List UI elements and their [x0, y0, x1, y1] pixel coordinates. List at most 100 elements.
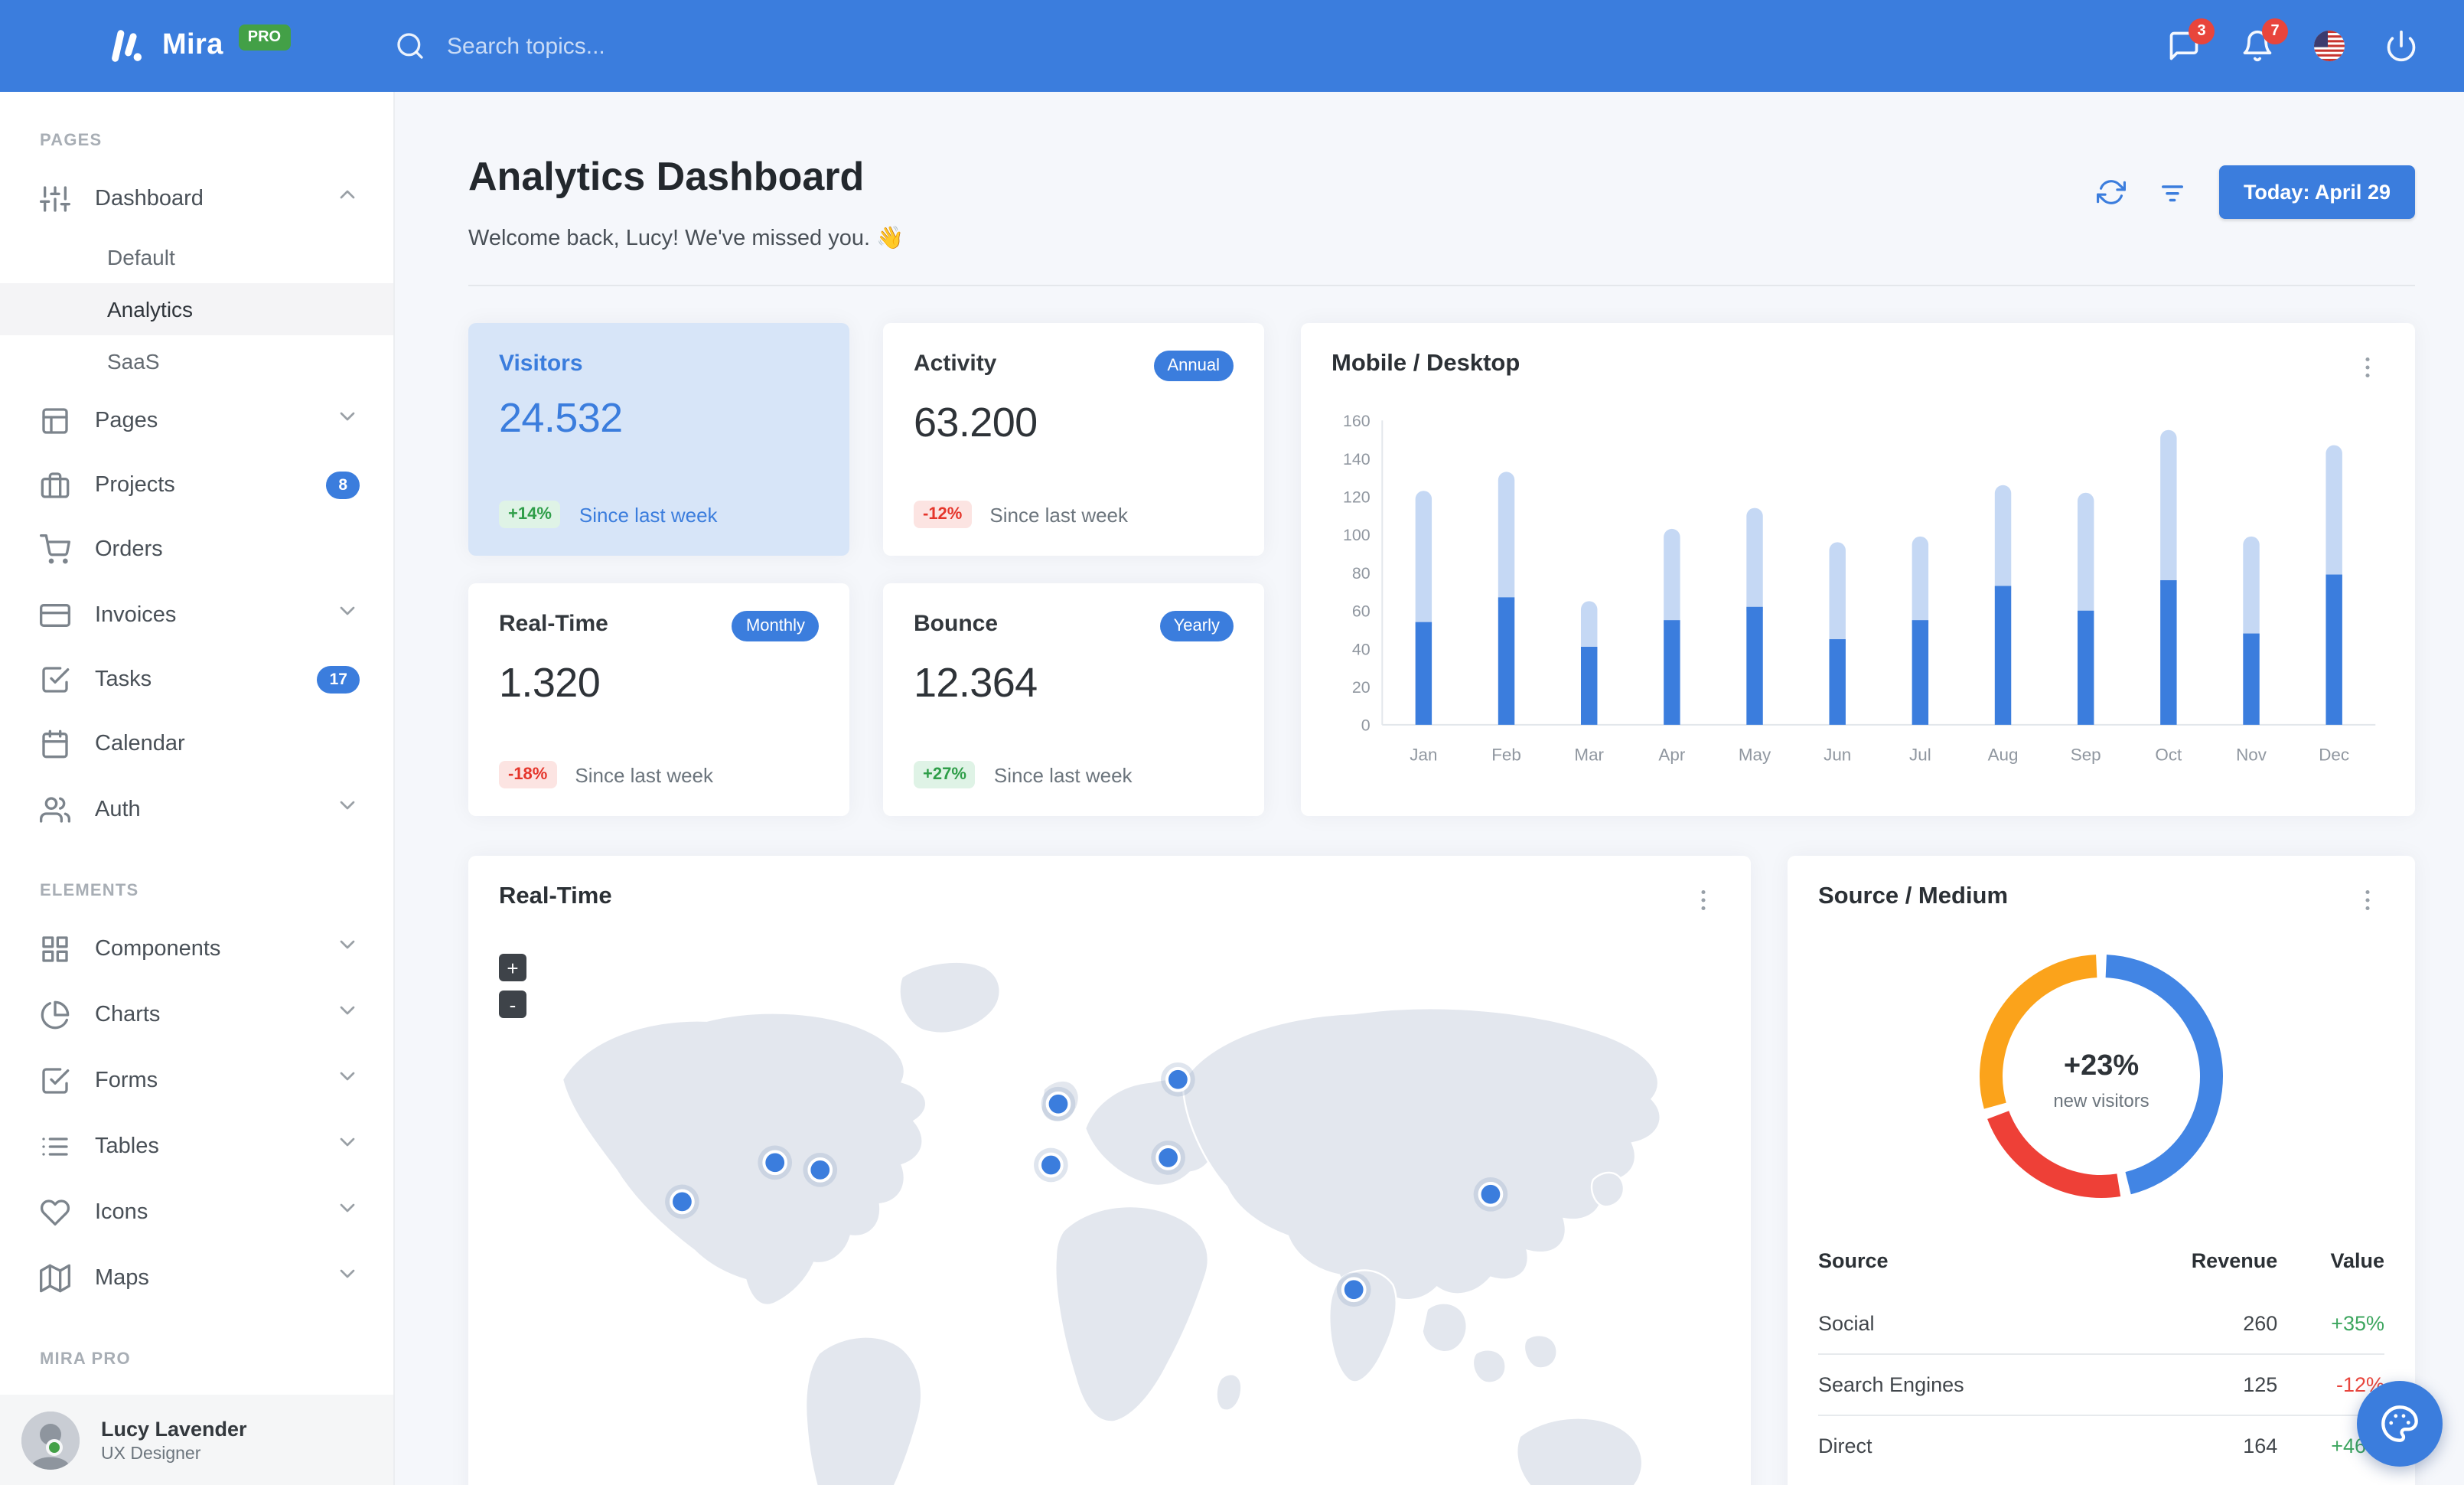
- bar-mobile-Nov: [2243, 633, 2260, 725]
- sidebar-item-dashboard[interactable]: Dashboard: [0, 165, 393, 231]
- svg-text:Nov: Nov: [2236, 746, 2267, 765]
- palette-icon: [2380, 1404, 2420, 1444]
- map-marker-8[interactable]: [1341, 1277, 1367, 1303]
- sidebar-item-charts[interactable]: Charts: [0, 981, 393, 1047]
- sidebar-item-orders[interactable]: Orders: [0, 517, 393, 582]
- more-vertical-icon[interactable]: [1687, 883, 1720, 917]
- svg-text:Jun: Jun: [1824, 746, 1851, 765]
- language-flag-button[interactable]: [2314, 31, 2345, 61]
- bar-desktop-Jan: [1415, 491, 1432, 635]
- sliders-icon: [40, 183, 70, 214]
- search-input[interactable]: [444, 31, 934, 60]
- page-header: Analytics Dashboard Welcome back, Lucy! …: [468, 153, 2415, 251]
- more-vertical-icon[interactable]: [2351, 351, 2384, 384]
- sidebar-item-invoices[interactable]: Invoices: [0, 582, 393, 648]
- svg-text:Oct: Oct: [2155, 746, 2182, 765]
- stat-period-badge[interactable]: Monthly: [732, 611, 819, 641]
- sidebar-item-forms[interactable]: Forms: [0, 1047, 393, 1113]
- sidebar-section: MIRA PRO: [0, 1350, 393, 1369]
- briefcase-icon: [40, 470, 70, 501]
- sidebar-item-icons[interactable]: Icons: [0, 1179, 393, 1245]
- map-marker-1[interactable]: [670, 1189, 695, 1215]
- credit-card-icon: [40, 599, 70, 630]
- sidebar-item-calendar[interactable]: Calendar: [0, 712, 393, 776]
- donut-center-label: new visitors: [2053, 1089, 2149, 1111]
- avatar: [21, 1411, 80, 1469]
- map-marker-9[interactable]: [1478, 1181, 1504, 1207]
- us-flag-icon: [2314, 31, 2345, 61]
- refresh-icon: [2096, 178, 2126, 207]
- stat-delta-badge: +27%: [914, 761, 976, 788]
- sidebar-section-label: ELEMENTS: [40, 882, 139, 900]
- sidebar-item-tasks[interactable]: Tasks 17: [0, 648, 393, 712]
- users-icon: [40, 794, 70, 824]
- user-role: UX Designer: [101, 1444, 201, 1464]
- sidebar-item-pages[interactable]: Pages: [0, 387, 393, 453]
- map-marker-6[interactable]: [1165, 1066, 1191, 1092]
- sidebar-count-badge: 17: [317, 666, 360, 694]
- map-marker-3[interactable]: [807, 1157, 833, 1183]
- sidebar-section: ELEMENTS Components Charts Forms Tables Icons…: [0, 882, 393, 1310]
- realtime-map-card: Real-Time + -: [468, 856, 1751, 1485]
- theme-settings-fab[interactable]: [2357, 1381, 2443, 1467]
- stat-card-bounce: Bounce Yearly 12.364 +27% Since last wee…: [883, 583, 1264, 816]
- screen: Mira PRO 3 7: [0, 0, 2464, 1485]
- chevron-down-icon: [335, 599, 360, 631]
- sidebar-item-label: Orders: [95, 537, 163, 562]
- sidebar-section-label: PAGES: [40, 132, 103, 150]
- donut-center-value: +23%: [2063, 1049, 2140, 1082]
- map-marker-7[interactable]: [1155, 1145, 1181, 1170]
- svg-text:40: 40: [1352, 640, 1371, 658]
- chevron-down-icon: [335, 1064, 360, 1096]
- stat-period-badge[interactable]: Yearly: [1159, 611, 1234, 641]
- stat-value: 63.200: [914, 400, 1038, 445]
- sidebar-item-projects[interactable]: Projects 8: [0, 453, 393, 517]
- stat-period-badge[interactable]: Annual: [1153, 351, 1234, 381]
- main-content: Analytics Dashboard Welcome back, Lucy! …: [395, 92, 2464, 1485]
- bar-desktop-Feb: [1498, 472, 1515, 609]
- header-divider: [468, 285, 2415, 286]
- stat-note: Since last week: [575, 763, 714, 786]
- table-row-direct: Direct 164 +46%: [1818, 1415, 2384, 1476]
- filter-button[interactable]: [2156, 176, 2189, 208]
- stat-value: 1.320: [499, 660, 601, 706]
- col-source: Source: [1818, 1249, 1889, 1272]
- notifications-button[interactable]: 7: [2241, 18, 2288, 63]
- messages-badge: 3: [2189, 18, 2215, 44]
- map-zoom-in-button[interactable]: +: [499, 954, 526, 981]
- cell-value: +35%: [2331, 1312, 2384, 1335]
- map-zoom-out-button[interactable]: -: [499, 991, 526, 1018]
- sidebar-subitem-default[interactable]: Default: [0, 231, 393, 283]
- logout-button[interactable]: [2384, 29, 2418, 63]
- table-row-social: Social 260 +35%: [1818, 1294, 2384, 1354]
- refresh-button[interactable]: [2096, 178, 2126, 207]
- sidebar-user[interactable]: Lucy Lavender UX Designer: [0, 1395, 393, 1485]
- bar-desktop-Aug: [1994, 485, 2012, 599]
- sidebar-item-tables[interactable]: Tables: [0, 1113, 393, 1179]
- brand[interactable]: Mira PRO: [0, 24, 395, 66]
- date-range-button[interactable]: Today: April 29: [2218, 165, 2415, 219]
- top-navbar: Mira PRO 3 7: [0, 0, 2464, 92]
- stat-card-visitors: Visitors 24.532 +14% Since last week: [468, 323, 849, 556]
- sidebar-item-label: Components: [95, 936, 221, 961]
- more-vertical-icon[interactable]: [2351, 883, 2384, 917]
- stat-value: 24.532: [499, 395, 623, 441]
- sidebar-item-maps[interactable]: Maps: [0, 1245, 393, 1310]
- sidebar-subitem-saas[interactable]: SaaS: [0, 335, 393, 387]
- check-square-icon: [40, 1065, 70, 1095]
- bar-desktop-Nov: [2243, 536, 2260, 646]
- sidebar-item-components[interactable]: Components: [0, 915, 393, 981]
- svg-text:May: May: [1739, 746, 1771, 765]
- messages-button[interactable]: 3: [2167, 18, 2215, 63]
- sidebar: PAGES Dashboard Default Analytics SaaS Pages P…: [0, 92, 395, 1485]
- chevron-down-icon: [335, 404, 360, 436]
- chevron-down-icon: [335, 793, 360, 825]
- world-map[interactable]: [499, 923, 1720, 1485]
- map-marker-2[interactable]: [762, 1150, 788, 1176]
- map-marker-5[interactable]: [1038, 1152, 1064, 1178]
- map-marker-4[interactable]: [1045, 1091, 1071, 1117]
- sidebar-subitem-analytics[interactable]: Analytics: [0, 283, 393, 335]
- sidebar-item-auth[interactable]: Auth: [0, 776, 393, 842]
- notifications-badge: 7: [2262, 18, 2288, 44]
- cell-revenue: 164: [2107, 1415, 2278, 1476]
